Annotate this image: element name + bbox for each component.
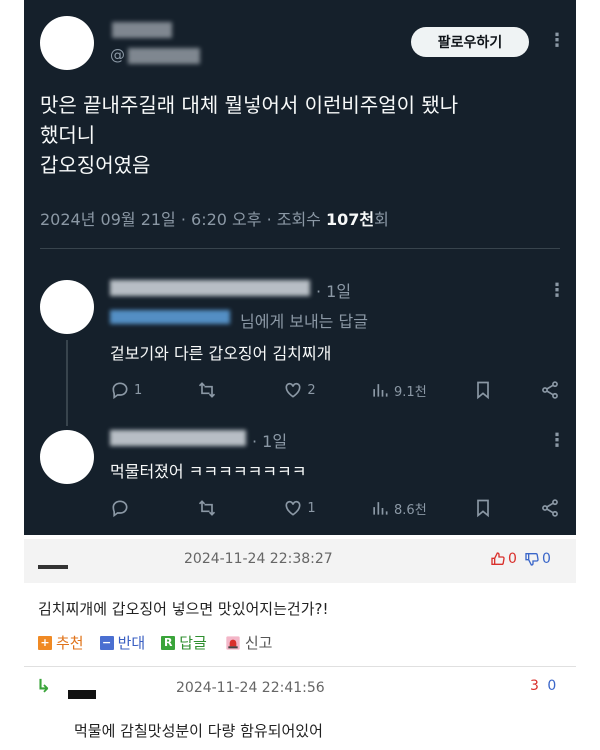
upvote-count: 0 xyxy=(508,551,517,567)
meta-views: 107천 xyxy=(326,210,375,229)
downvote-count: 0 xyxy=(542,551,551,567)
tweet-line-1: 맛은 끝내주길래 대체 뭘넣어서 이런비주얼이 됐나 xyxy=(40,93,459,117)
reply-button[interactable]: R 답글 xyxy=(161,632,207,653)
comment-actions: + 추천 − 반대 R 답글 신고 xyxy=(38,632,272,653)
plus-icon: + xyxy=(38,635,52,650)
reply-arrow-icon: ↳ xyxy=(36,676,52,697)
tweet-line-3: 갑오징어였음 xyxy=(40,153,151,177)
author-handle-blurred xyxy=(128,48,200,64)
bookmark-icon xyxy=(477,499,490,518)
comment-score: 3 0 xyxy=(530,678,556,694)
comment-text: 먹물에 감칠맛성분이 다량 함유되어있어 xyxy=(74,722,323,740)
siren-icon xyxy=(226,635,240,650)
reply-text: 겉보기와 다른 갑오징어 김치찌개 xyxy=(110,344,332,363)
views-icon xyxy=(373,384,388,397)
reply-author-blurred xyxy=(110,280,310,296)
retweet-icon xyxy=(198,382,215,398)
comment-text: 김치찌개에 갑오징어 넣으면 맛있어지는건가?! xyxy=(38,600,329,618)
reply-actions: 1 8.6천 xyxy=(110,496,560,520)
meta-suffix: 회 xyxy=(374,210,389,229)
reply-button[interactable]: 1 xyxy=(110,380,150,400)
upvote-button[interactable]: 0 xyxy=(490,551,517,567)
views-count: 9.1천 xyxy=(394,384,427,400)
reply-button[interactable] xyxy=(110,498,150,518)
share-button[interactable] xyxy=(540,498,560,518)
score-down: 0 xyxy=(547,678,557,694)
share-button[interactable] xyxy=(540,380,560,400)
comment-date: 2024-11-24 22:38:27 xyxy=(184,551,333,567)
bookmark-icon xyxy=(477,381,490,400)
like-button[interactable]: 2 xyxy=(283,380,323,400)
divider xyxy=(40,248,560,249)
oppose-label: 반대 xyxy=(117,634,146,652)
reply-label: 답글 xyxy=(179,634,207,652)
handle-prefix: @ xyxy=(110,46,125,64)
author-avatar[interactable] xyxy=(40,16,94,70)
tweet-meta: 2024년 09월 21일 · 6:20 오후 · 조회수 107천회 xyxy=(40,206,389,230)
retweet-icon xyxy=(198,500,215,516)
like-count: 2 xyxy=(307,382,316,398)
reply-to-handle-blurred[interactable] xyxy=(110,310,230,324)
comment-header: 2024-11-24 22:38:27 0 0 xyxy=(24,539,576,583)
views-count: 8.6천 xyxy=(394,502,427,518)
score-up: 3 xyxy=(530,678,539,694)
views-button[interactable]: 9.1천 xyxy=(370,380,427,400)
thumbs-up-icon xyxy=(491,552,505,565)
report-label: 신고 xyxy=(244,634,273,652)
like-count: 1 xyxy=(307,500,316,516)
reply-time: · 1일 xyxy=(252,432,288,451)
like-button[interactable]: 1 xyxy=(283,498,323,518)
downvote-button[interactable]: 0 xyxy=(524,551,551,567)
more-icon[interactable]: ⋮ xyxy=(548,32,566,50)
recommend-button[interactable]: + 추천 xyxy=(38,632,84,653)
thread-line xyxy=(66,340,68,426)
oppose-button[interactable]: − 반대 xyxy=(99,632,146,653)
reply-actions: 1 2 9.1천 xyxy=(110,378,560,402)
recommend-label: 추천 xyxy=(56,634,84,652)
author-handle: @ xyxy=(110,46,125,64)
share-icon xyxy=(542,381,558,399)
reply-icon xyxy=(112,500,128,518)
tweet-line-2: 했더니 xyxy=(40,123,96,147)
reply-to-label: 님에게 보내는 답글 xyxy=(240,312,368,331)
reply-icon xyxy=(112,382,128,400)
minus-icon: − xyxy=(99,635,114,650)
reply-r-icon: R xyxy=(161,635,176,650)
report-button[interactable]: 신고 xyxy=(225,632,273,653)
comment-date: 2024-11-24 22:41:56 xyxy=(176,680,325,696)
thumbs-down-icon xyxy=(525,553,539,566)
commenter-name-redacted xyxy=(38,565,68,569)
tweet-screenshot: @ 팔로우하기 ⋮ 맛은 끝내주길래 대체 뭘넣어서 이런비주얼이 됐나 했더니… xyxy=(24,0,576,535)
meta-date: 2024년 09월 21일 · 6:20 오후 · 조회수 xyxy=(40,210,326,229)
commenter-name-redacted xyxy=(68,690,96,699)
bookmark-button[interactable] xyxy=(473,380,493,400)
retweet-button[interactable] xyxy=(197,380,237,400)
reply-text: 먹물터졌어 ㅋㅋㅋㅋㅋㅋㅋㅋ xyxy=(110,462,307,481)
author-name-blurred xyxy=(112,22,172,38)
like-icon xyxy=(285,382,301,398)
bookmark-button[interactable] xyxy=(473,498,493,518)
more-icon[interactable]: ⋮ xyxy=(548,432,566,450)
reply-time: · 1일 xyxy=(316,282,352,301)
follow-button[interactable]: 팔로우하기 xyxy=(411,27,529,57)
share-icon xyxy=(542,499,558,517)
reply-count: 1 xyxy=(134,382,143,398)
reply-author-blurred xyxy=(110,430,246,446)
divider xyxy=(24,666,576,667)
reply-avatar[interactable] xyxy=(40,430,94,484)
tweet-body: 맛은 끝내주길래 대체 뭘넣어서 이런비주얼이 됐나 했더니 갑오징어였음 xyxy=(40,90,570,180)
views-button[interactable]: 8.6천 xyxy=(370,498,427,518)
views-icon xyxy=(373,502,388,515)
like-icon xyxy=(285,500,301,516)
reply-avatar[interactable] xyxy=(40,280,94,334)
retweet-button[interactable] xyxy=(197,498,237,518)
more-icon[interactable]: ⋮ xyxy=(548,282,566,300)
